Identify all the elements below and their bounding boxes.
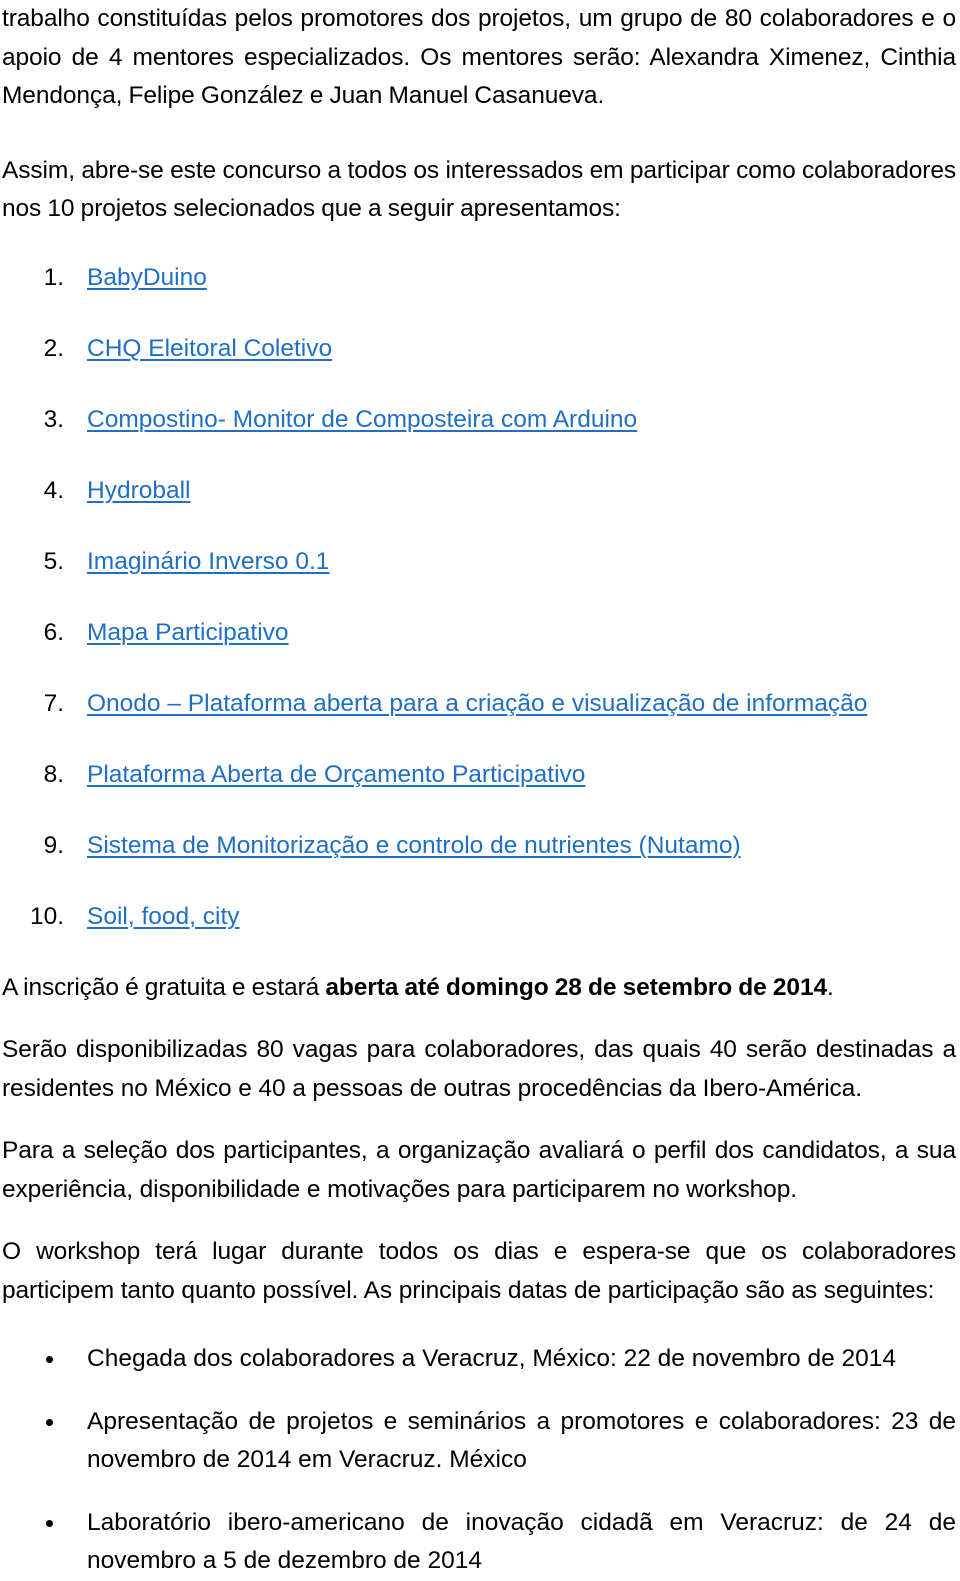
paragraph-selection: Para a seleção dos participantes, a orga… xyxy=(2,1137,956,1203)
project-link-mapa-participativo[interactable]: Mapa Participativo xyxy=(87,619,289,646)
bullet-icon xyxy=(46,1418,53,1426)
list-item: 2. CHQ Eleitoral Coletivo xyxy=(2,330,956,367)
project-link-plataforma-aberta-orcamento[interactable]: Plataforma Aberta de Orçamento Participa… xyxy=(87,761,585,788)
project-link-hydroball[interactable]: Hydroball xyxy=(87,477,191,504)
list-item-number: 2. xyxy=(43,334,64,362)
dates-list: Chegada dos colaboradores a Veracruz, Mé… xyxy=(2,1340,956,1581)
paragraph-vacancies: Serão disponibilizadas 80 vagas para col… xyxy=(2,1036,956,1102)
list-item-number: 7. xyxy=(43,689,64,717)
list-item-number: 9. xyxy=(43,831,64,859)
list-item-number: 8. xyxy=(43,760,64,788)
project-link-babyduino[interactable]: BabyDuino xyxy=(87,264,207,291)
project-link-soil-food-city[interactable]: Soil, food, city xyxy=(87,903,240,930)
list-item: 8. Plataforma Aberta de Orçamento Partic… xyxy=(2,756,956,793)
project-link-onodo[interactable]: Onodo – Plataforma aberta para a criação… xyxy=(87,690,867,717)
list-item-number: 1. xyxy=(43,263,64,291)
registration-deadline: aberta até domingo 28 de setembro de 201… xyxy=(325,973,828,1001)
list-item-number: 3. xyxy=(43,405,64,433)
paragraph-intro-contest: Assim, abre-se este concurso a todos os … xyxy=(2,156,956,223)
list-item: 3. Compostino- Monitor de Composteira co… xyxy=(2,401,956,438)
paragraph-workshop: O workshop terá lugar durante todos os d… xyxy=(2,1238,956,1304)
list-item: 7. Onodo – Plataforma aberta para a cria… xyxy=(2,685,956,722)
date-item-lab: Laboratório ibero-americano de inovação … xyxy=(87,1508,956,1575)
list-item: Apresentação de projetos e seminários a … xyxy=(2,1403,956,1480)
document-page: trabalho constituídas pelos promotores d… xyxy=(0,0,960,1574)
list-item: Laboratório ibero-americano de inovação … xyxy=(2,1504,956,1581)
paragraph-registration: A inscrição é gratuita e estará aberta a… xyxy=(2,969,956,1008)
list-item: Chegada dos colaboradores a Veracruz, Mé… xyxy=(2,1340,956,1379)
bullet-icon xyxy=(46,1356,53,1363)
list-item-number: 4. xyxy=(43,476,64,504)
bullet-icon xyxy=(46,1519,53,1527)
date-item-presentation: Apresentação de projetos e seminários a … xyxy=(87,1407,956,1474)
list-item-number: 10. xyxy=(29,902,64,930)
dates-list-spacer xyxy=(2,1310,956,1340)
list-item: 5. Imaginário Inverso 0.1 xyxy=(2,543,956,580)
registration-trailing-text: . xyxy=(827,973,834,1001)
project-link-compostino[interactable]: Compostino- Monitor de Composteira com A… xyxy=(87,406,637,433)
list-item-number: 6. xyxy=(43,618,64,646)
project-link-chq-eleitoral-coletivo[interactable]: CHQ Eleitoral Coletivo xyxy=(87,335,332,362)
list-item: 1. BabyDuino xyxy=(2,259,956,296)
list-item-number: 5. xyxy=(43,547,64,575)
project-list: 1. BabyDuino 2. CHQ Eleitoral Coletivo 3… xyxy=(2,259,956,935)
list-item: 6. Mapa Participativo xyxy=(2,614,956,651)
list-item: 10. Soil, food, city xyxy=(2,898,956,935)
project-link-imaginario-inverso[interactable]: Imaginário Inverso 0.1 xyxy=(87,548,329,575)
list-item: 9. Sistema de Monitorização e controlo d… xyxy=(2,827,956,864)
paragraph-intro-mentors: trabalho constituídas pelos promotores d… xyxy=(2,5,956,109)
registration-lead-text: A inscrição é gratuita e estará xyxy=(2,973,326,1001)
project-link-nutamo[interactable]: Sistema de Monitorização e controlo de n… xyxy=(87,832,741,859)
date-item-arrival: Chegada dos colaboradores a Veracruz, Mé… xyxy=(87,1345,897,1372)
list-item: 4. Hydroball xyxy=(2,472,956,509)
